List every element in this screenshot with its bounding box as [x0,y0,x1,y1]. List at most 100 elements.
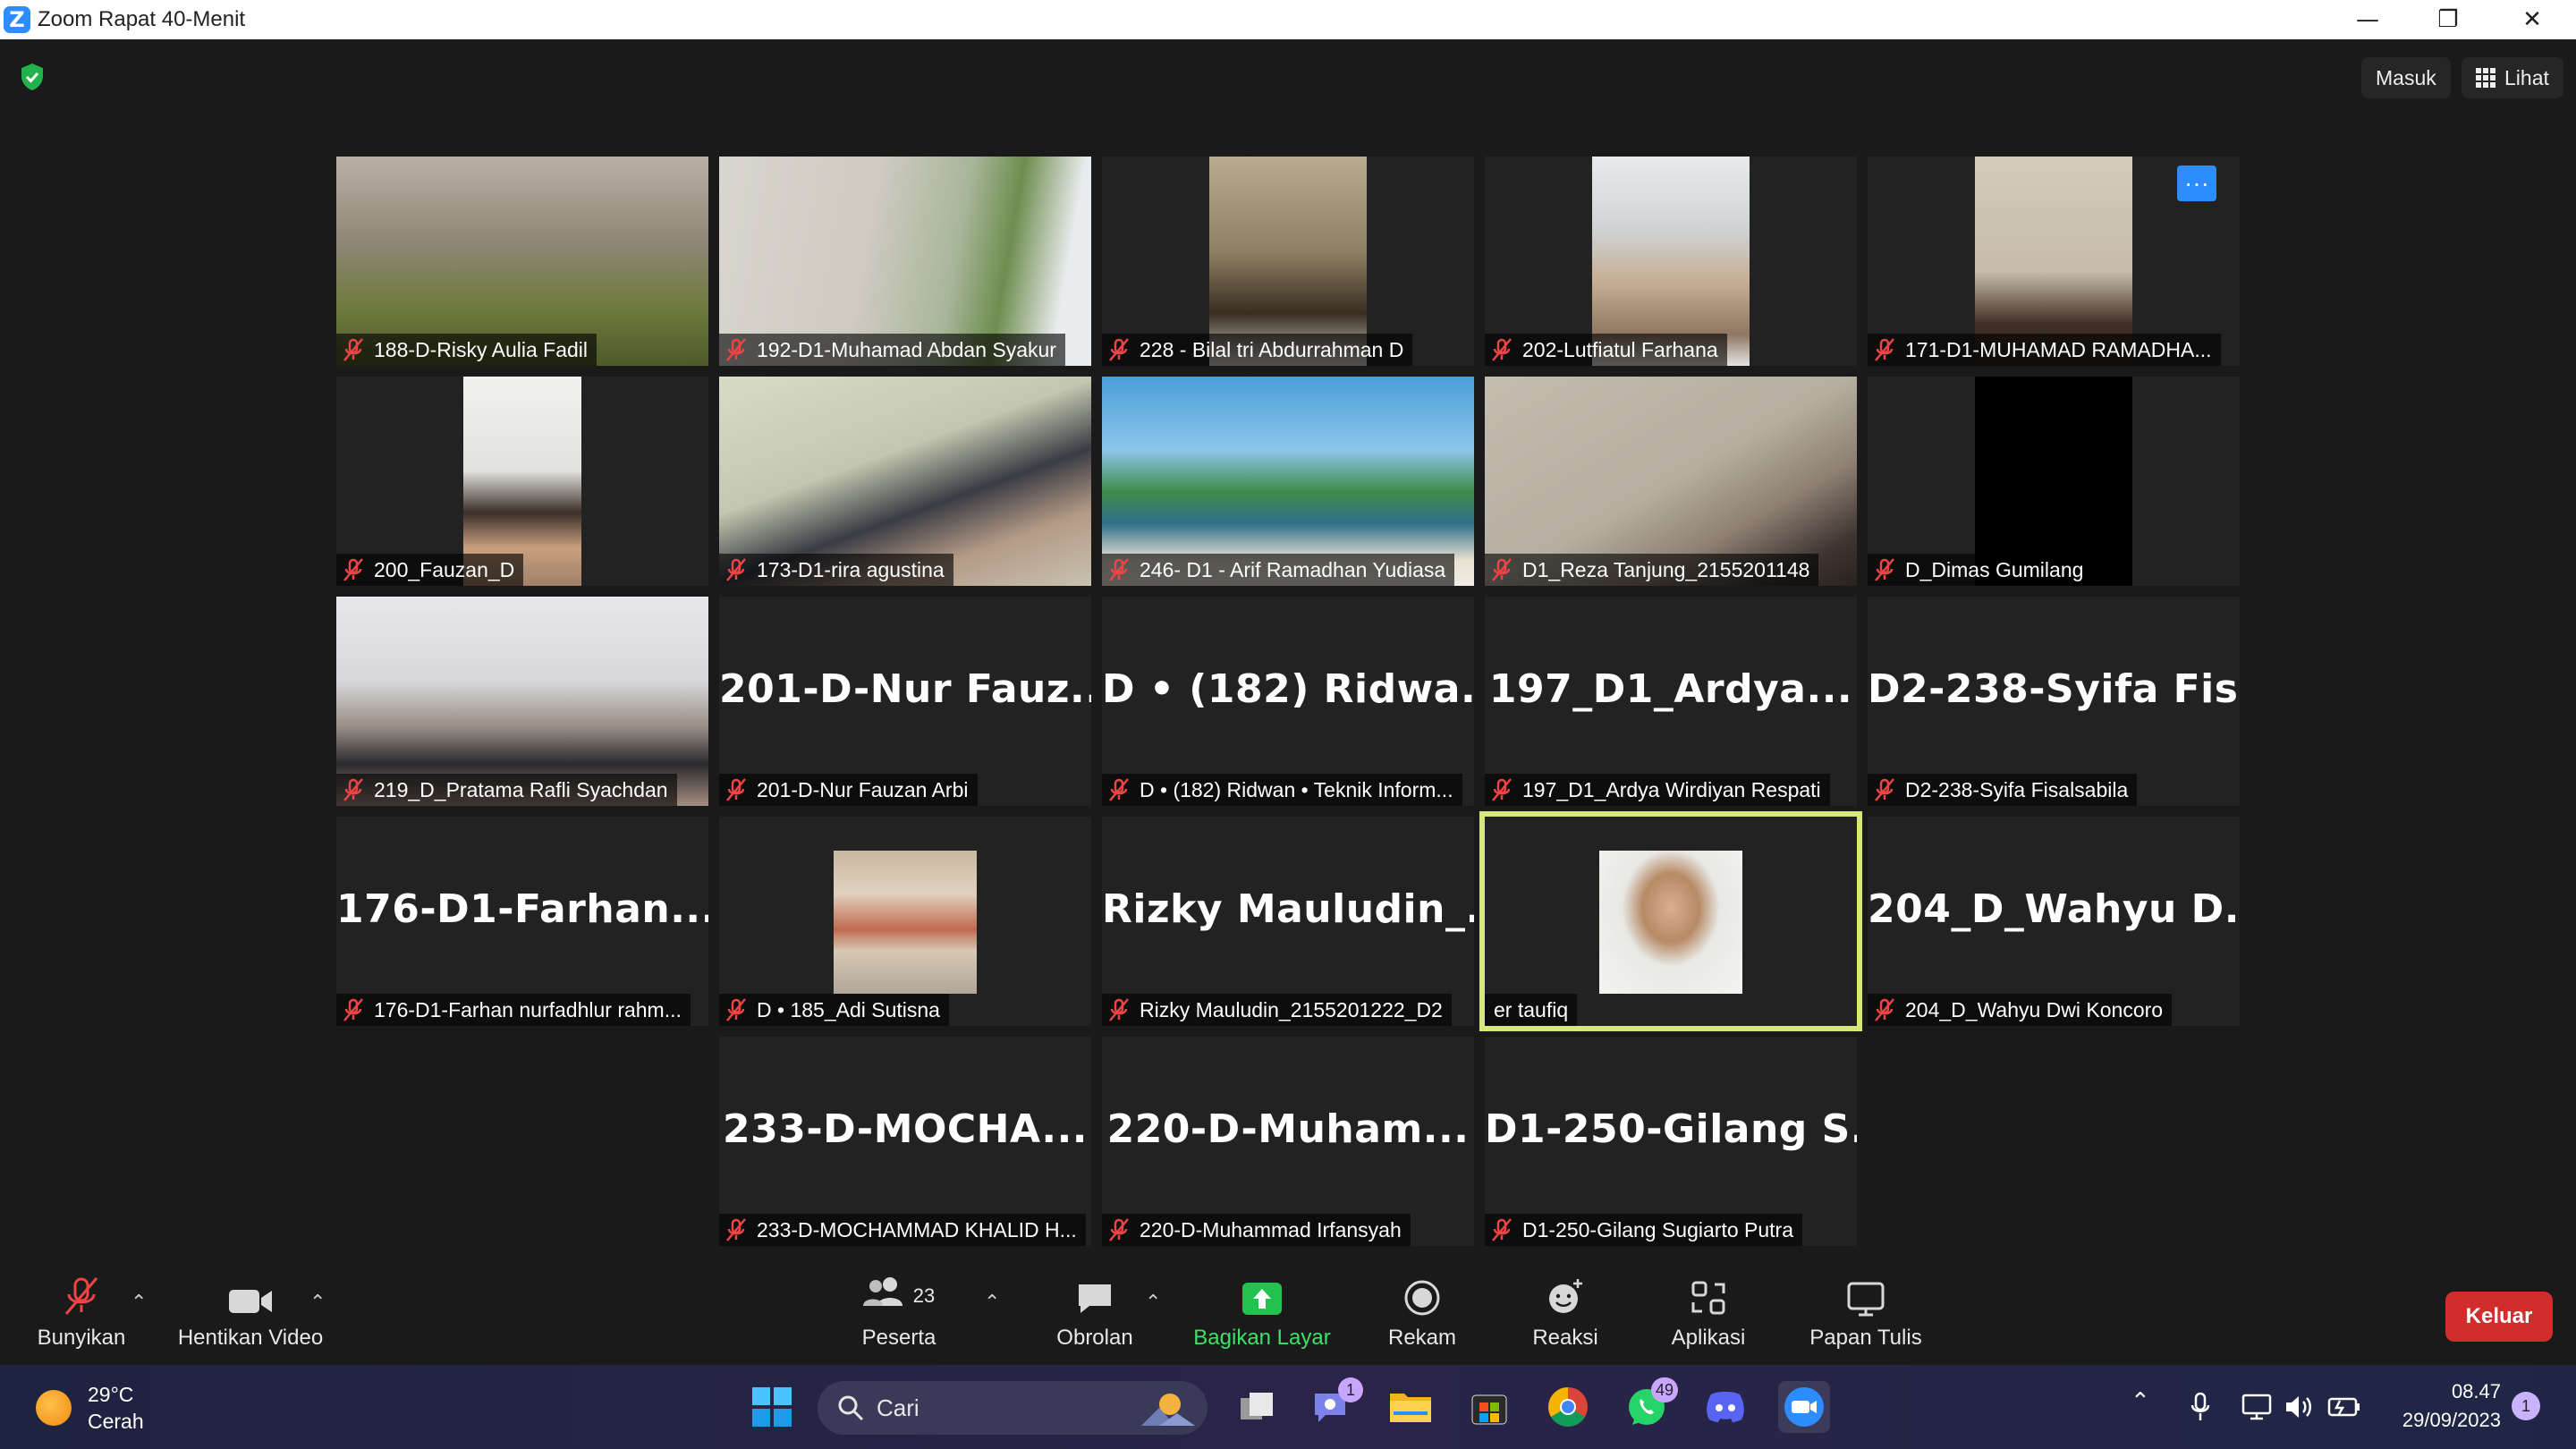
search-placeholder: Cari [877,1394,919,1421]
participant-tile[interactable]: ··· 171-D1-MUHAMAD RAMADHA... [1868,157,2240,366]
participant-tile[interactable]: 204_D_Wahyu D... 204_D_Wahyu Dwi Koncoro [1868,817,2240,1026]
participant-nameplate: 173-D1-rira agustina [719,554,953,586]
zoom-logo-icon: Z [4,6,30,33]
chat-button[interactable]: Obrolan [1043,1265,1147,1365]
participant-tile[interactable]: D • 185_Adi Sutisna [719,817,1091,1026]
participant-tile[interactable]: D1-250-Gilang S... D1-250-Gilang Sugiart… [1485,1037,1857,1246]
network-icon[interactable] [2241,1394,2272,1420]
participant-tile[interactable]: 246- D1 - Arif Ramadhan Yudiasa [1102,377,1474,586]
view-button[interactable]: Lihat [2462,57,2563,98]
mic-muted-icon [1109,778,1129,801]
meeting-area: Masuk Lihat 188-D-Risky Aulia Fadil 192-… [0,39,2576,1265]
participant-display-name: D • (182) Ridwa... [1102,666,1474,712]
microphone-tray-icon[interactable] [2190,1392,2211,1422]
sign-in-button[interactable]: Masuk [2361,57,2451,98]
chat-options-caret[interactable]: ⌃ [1145,1292,1161,1314]
discord-button[interactable] [1699,1381,1751,1433]
participant-display-name: 201-D-Nur Fauz... [719,666,1091,712]
participant-nameplate: 219_D_Pratama Rafli Syachdan [336,774,677,806]
reactions-button[interactable]: Reaksi [1521,1265,1610,1365]
search-highlight-icon [1141,1394,1195,1426]
mic-muted-icon [1875,558,1894,581]
participant-tile[interactable]: 220-D-Muham... 220-D-Muhammad Irfansyah [1102,1037,1474,1246]
participant-nameplate: D • (182) Ridwan • Teknik Inform... [1102,774,1462,806]
participant-name: D1_Reza Tanjung_2155201148 [1522,557,1810,581]
participant-tile[interactable]: Rizky Mauludin_... Rizky Mauludin_215520… [1102,817,1474,1026]
whiteboard-button[interactable]: Papan Tulis [1803,1265,1928,1365]
more-options-button[interactable]: ··· [2177,165,2216,201]
apps-button[interactable]: Aplikasi [1664,1265,1753,1365]
microsoft-store-button[interactable] [1463,1381,1515,1433]
participant-tile[interactable]: 200_Fauzan_D [336,377,708,586]
close-button[interactable]: ✕ [2492,0,2572,39]
participant-tile[interactable]: 197_D1_Ardya... 197_D1_Ardya Wirdiyan Re… [1485,597,1857,806]
participant-tile[interactable]: D2-238-Syifa Fis... D2-238-Syifa Fisalsa… [1868,597,2240,806]
mic-muted-icon [1875,998,1894,1021]
audio-options-caret[interactable]: ⌃ [131,1292,147,1314]
participant-name: 233-D-MOCHAMMAD KHALID H... [757,1217,1077,1241]
zoom-taskbar-button[interactable] [1778,1381,1830,1433]
unmute-button[interactable]: Bunyikan [27,1265,136,1365]
participant-tile[interactable]: D_Dimas Gumilang [1868,377,2240,586]
participant-name: 204_D_Wahyu Dwi Koncoro [1905,997,2164,1021]
volume-icon[interactable] [2284,1394,2313,1420]
show-hidden-icons-button[interactable]: ⌃ [2131,1388,2150,1415]
participant-tile[interactable]: 219_D_Pratama Rafli Syachdan [336,597,708,806]
file-explorer-button[interactable] [1385,1381,1436,1433]
participant-tile[interactable]: 176-D1-Farhan... 176-D1-Farhan nurfadhlu… [336,817,708,1026]
minimize-button[interactable]: — [2327,0,2408,39]
participant-nameplate: 228 - Bilal tri Abdurrahman D [1102,334,1413,366]
participant-display-name: 233-D-MOCHA... [722,1106,1089,1152]
active-speaker-tile[interactable]: er taufiq [1479,811,1862,1031]
folder-icon [1390,1394,1431,1422]
restore-button[interactable]: ❐ [2408,0,2488,39]
weather-widget[interactable]: 29°C Cerah [36,1381,144,1435]
participants-options-caret[interactable]: ⌃ [984,1292,1000,1314]
whatsapp-button[interactable]: 49 [1621,1377,1678,1433]
record-button[interactable]: Rekam [1377,1265,1467,1365]
mic-muted-icon [1492,338,1512,361]
teams-chat-button[interactable]: 1 [1306,1377,1363,1433]
chrome-button[interactable] [1542,1381,1594,1433]
store-icon [1471,1394,1507,1425]
participant-tile[interactable]: 233-D-MOCHA... 233-D-MOCHAMMAD KHALID H.… [719,1037,1091,1246]
leave-button[interactable]: Keluar [2445,1292,2553,1342]
share-screen-button[interactable]: Bagikan Layar [1186,1265,1338,1365]
mic-muted-icon [726,998,746,1021]
participant-name: 200_Fauzan_D [374,557,515,581]
participant-tile[interactable]: 173-D1-rira agustina [719,377,1091,586]
participant-tile[interactable]: 228 - Bilal tri Abdurrahman D [1102,157,1474,366]
task-view-button[interactable] [1231,1381,1283,1433]
participant-tile[interactable]: D1_Reza Tanjung_2155201148 [1485,377,1857,586]
participants-button[interactable]: 23 Peserta [850,1265,948,1365]
mic-muted-icon [1109,998,1129,1021]
smiley-plus-icon [1549,1279,1582,1313]
participant-tile[interactable]: D • (182) Ridwa... D • (182) Ridwan • Te… [1102,597,1474,806]
notification-badge[interactable]: 1 [2512,1392,2540,1420]
participant-tile[interactable]: 202-Lutfiatul Farhana [1485,157,1857,366]
whatsapp-notification-badge: 49 [1650,1377,1678,1402]
start-button[interactable] [746,1381,798,1433]
stop-video-button[interactable]: Hentikan Video [170,1265,331,1365]
participant-display-name: 204_D_Wahyu D... [1868,886,2240,932]
taskbar-search[interactable]: Cari [818,1381,1208,1435]
video-options-caret[interactable]: ⌃ [309,1292,326,1314]
participant-nameplate: D1_Reza Tanjung_2155201148 [1485,554,1819,586]
mic-muted-icon [1875,778,1894,801]
system-clock[interactable]: 08.47 29/09/2023 [2361,1377,2501,1435]
participant-tile[interactable]: 192-D1-Muhamad Abdan Syakur [719,157,1091,366]
participant-name: 246- D1 - Arif Ramadhan Yudiasa [1140,557,1446,581]
participant-display-name: D1-250-Gilang S... [1485,1106,1857,1152]
participant-tile[interactable]: 201-D-Nur Fauz... 201-D-Nur Fauzan Arbi [719,597,1091,806]
participant-tile[interactable]: 188-D-Risky Aulia Fadil [336,157,708,366]
participant-nameplate: er taufiq [1485,994,1578,1026]
battery-icon[interactable] [2327,1395,2361,1419]
participant-display-name: 220-D-Muham... [1106,1106,1470,1152]
apps-label: Aplikasi [1671,1326,1746,1350]
chrome-icon [1548,1387,1588,1427]
security-shield-icon[interactable] [20,63,45,91]
participant-name: 202-Lutfiatul Farhana [1522,337,1718,361]
participant-name: D_Dimas Gumilang [1905,557,2084,581]
participant-name: D2-238-Syifa Fisalsabila [1905,777,2129,801]
participant-name: D • (182) Ridwan • Teknik Inform... [1140,777,1453,801]
